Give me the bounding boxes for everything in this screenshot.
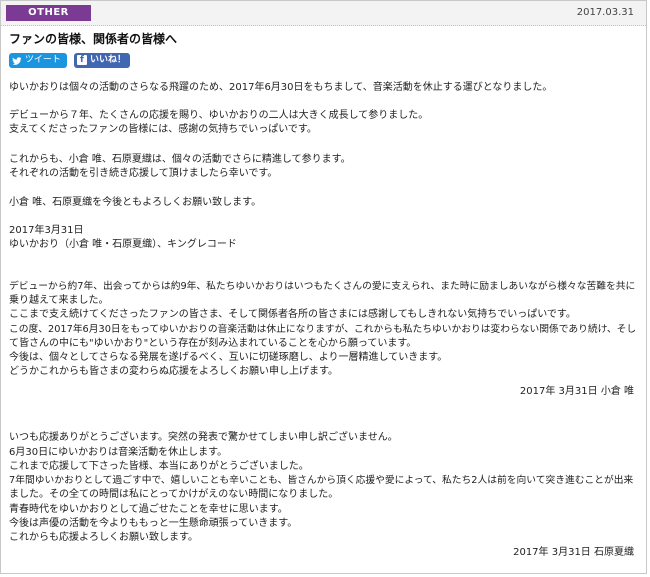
ishihara-message-line: 7年間ゆいかおりとして過ごす中で、嬉しいことも辛いことも、皆さんから頂く応援や愛…: [9, 475, 634, 486]
category-badge: OTHER: [6, 5, 91, 21]
ishihara-message-line: これまで応援して下さった皆様、本当にありがとうございました。: [9, 461, 309, 472]
announcement-signers: ゆいかおり（小倉 唯・石原夏織）、キングレコード: [9, 239, 237, 250]
ishihara-message-line: 6月30日にゆいかおりは音楽活動を休止します。: [9, 447, 228, 458]
post-date: 2017.03.31: [576, 7, 634, 18]
facebook-icon: f: [77, 55, 87, 65]
ishihara-message-line: 今後は声優の活動を今よりももっと一生懸命頑張っていきます。: [9, 518, 298, 529]
tweet-label: ツイート: [24, 55, 61, 65]
announcement-line: これからも、小倉 唯、石原夏織は、個々の活動でさらに精進して参ります。: [9, 154, 351, 165]
ogura-message-line: 乗り越えて来ました。: [9, 295, 109, 306]
ishihara-signature: 2017年 3月31日 石原夏織: [513, 547, 634, 558]
ogura-message-line: デビューから約7年、出会ってからは約9年、私たちゆいかおりはいつもたくさんの愛に…: [9, 281, 636, 292]
post-title: ファンの皆様、関係者の皆様へ: [9, 32, 178, 46]
announcement-date: 2017年3月31日: [9, 225, 84, 236]
ishihara-message-line: これからも応援よろしくお願い致します。: [9, 532, 198, 543]
ishihara-message-line: いつも応援ありがとうございます。突然の発表で驚かせてしまい申し訳ございません。: [9, 432, 398, 443]
announcement-paragraph: ゆいかおりは個々の活動のさらなる飛躍のため、2017年6月30日をもちまして、音…: [9, 82, 553, 93]
like-label: いいね！: [90, 55, 127, 65]
tweet-button[interactable]: ツイート: [9, 53, 67, 68]
article-header: OTHER 2017.03.31: [1, 1, 646, 26]
announcement-line: デビューから７年、たくさんの応援を賜り、ゆいかおりの二人は大きく成長して参りまし…: [9, 110, 429, 121]
ogura-message-line: 今後は、個々としてさらなる発展を遂げるべく、互いに切磋琢磨し、より一層精進してい…: [9, 352, 448, 363]
announcement-paragraph: 小倉 唯、石原夏織を今後ともよろしくお願い致します。: [9, 197, 262, 208]
announcement-line: 支えてくださったファンの皆様には、感謝の気持ちでいっぱいです。: [9, 124, 317, 135]
ishihara-message-line: ました。その全ての時間は私にとってかけがえのない時間になりました。: [9, 489, 339, 500]
ogura-message-line: ここまで支え続けてくださったファンの皆さま、そして関係者各所の皆さまには感謝して…: [9, 309, 576, 320]
announcement-line: それぞれの活動を引き続き応援して頂けましたら幸いです。: [9, 168, 278, 179]
ogura-message-line: て皆さんの中にも"ゆいかおり"という存在が刻み込まれていることを心から願っていま…: [9, 338, 417, 349]
twitter-bird-icon: [12, 53, 22, 68]
ogura-message-line: この度、2017年6月30日をもってゆいかおりの音楽活動は休止になりますが、これ…: [9, 324, 637, 335]
news-article: OTHER 2017.03.31 ファンの皆様、関係者の皆様へ ツイート f いい…: [0, 0, 647, 574]
ishihara-message-line: 青春時代をゆいかおりとして過ごせたことを幸せに思います。: [9, 504, 288, 515]
facebook-like-button[interactable]: f いいね！: [74, 53, 130, 68]
ogura-message-line: どうかこれからも皆さまの変わらぬ応援をよろしくお願い申し上げます。: [9, 366, 338, 377]
ogura-signature: 2017年 3月31日 小倉 唯: [519, 386, 634, 397]
